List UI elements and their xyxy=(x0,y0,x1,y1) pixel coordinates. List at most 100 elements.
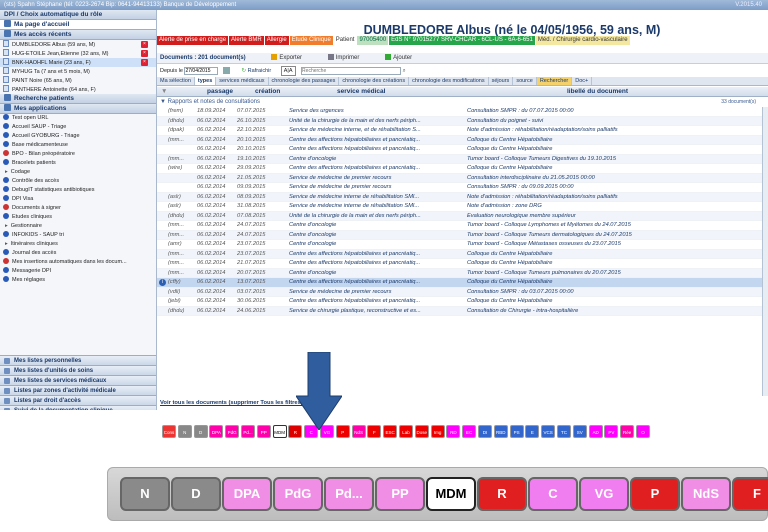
documents-scrollbar[interactable] xyxy=(762,107,768,396)
application-item[interactable]: Base médicamenteuse xyxy=(0,141,156,150)
table-row[interactable]: (jebi) 06.02.2014 30.06.2015 Centre des aff… xyxy=(157,297,762,307)
table-row[interactable]: (mm... 06.02.2014 23.07.2015 Centre des aff… xyxy=(157,249,762,259)
application-item[interactable]: Mes insertions automatiques dans les doc… xyxy=(0,258,156,267)
table-row[interactable]: (aslr) 06.02.2014 08.09.2015 Service de méd… xyxy=(157,192,762,202)
col-libelle[interactable]: libellé du document xyxy=(567,88,628,95)
add-button[interactable]: Ajouter xyxy=(385,54,412,61)
zoomed-button-nds[interactable]: NdS xyxy=(681,477,731,511)
tab-1[interactable]: types xyxy=(194,77,217,85)
close-icon[interactable]: × xyxy=(141,59,148,66)
export-button[interactable]: Exporter xyxy=(271,54,302,61)
expand-icon[interactable]: ▸ xyxy=(5,222,8,231)
table-row[interactable]: 06.02.2014 21.05.2015 Service de médecine … xyxy=(157,173,762,183)
application-item[interactable]: Contrôle des accès xyxy=(0,177,156,186)
refresh-button[interactable]: ↻ Rafraichir xyxy=(242,68,272,74)
shortcut-button-re[interactable]: Rée xyxy=(620,425,635,438)
zoomed-button-n[interactable]: N xyxy=(120,477,170,511)
shortcut-button-dpa[interactable]: DPA xyxy=(209,425,224,438)
col-service[interactable]: service médical xyxy=(337,88,385,95)
col-passage[interactable]: passage xyxy=(207,88,233,95)
shortcut-button-d[interactable]: D xyxy=(193,425,208,438)
zoomed-button-f[interactable]: F xyxy=(732,477,768,511)
tab-7[interactable]: source xyxy=(513,77,537,85)
list-group-button[interactable]: Suivi de la documentation clinique xyxy=(0,405,156,410)
shortcut-button-pp[interactable]: PP xyxy=(256,425,271,438)
shortcut-button-mdm[interactable]: MDM xyxy=(272,425,287,438)
shortcut-button-pd[interactable]: Pd... xyxy=(241,425,255,438)
shortcut-button-cons[interactable]: Cons xyxy=(162,425,176,438)
zoomed-button-pdg[interactable]: PdG xyxy=(273,477,323,511)
table-row[interactable]: (mm... 06.02.2014 21.07.2015 Centre des aff… xyxy=(157,259,762,269)
table-row[interactable]: (dhdu) 06.02.2014 26.10.2015 Unité de la ch… xyxy=(157,116,762,126)
info-icon[interactable]: i xyxy=(159,279,166,286)
close-icon[interactable]: × xyxy=(141,41,148,48)
shortcut-button-n[interactable]: N xyxy=(177,425,192,438)
see-all-documents-link[interactable]: Voir tous les documents (supprimer Tous … xyxy=(157,398,768,408)
table-row[interactable]: (wire) 06.02.2014 29.09.2015 Centre des aff… xyxy=(157,164,762,174)
application-item[interactable]: Etudes cliniques xyxy=(0,213,156,222)
document-group-header[interactable]: ▼ Rapports et notes de consultations 33 d… xyxy=(157,98,768,107)
since-date-input[interactable] xyxy=(184,66,219,75)
zoomed-button-vg[interactable]: VG xyxy=(579,477,629,511)
table-row[interactable]: (amr) 06.02.2014 23.07.2015 Centre d'oncolo… xyxy=(157,240,762,250)
table-row[interactable]: (dpak) 06.02.2014 22.10.2015 Service de méd… xyxy=(157,126,762,136)
shortcut-button-pdg[interactable]: PdG xyxy=(225,425,240,438)
expand-icon[interactable]: ▸ xyxy=(5,168,8,177)
patient-search-link[interactable]: Recherche patients xyxy=(0,94,156,104)
table-row[interactable]: (dhdu) 06.02.2014 07.08.2015 Unité de la ch… xyxy=(157,211,762,221)
tab-5[interactable]: chronologie des modifications xyxy=(409,77,489,85)
tab-6[interactable]: séjours xyxy=(489,77,514,85)
table-row[interactable]: (mm... 06.02.2014 20.10.2015 Centre des aff… xyxy=(157,135,762,145)
shortcut-button-rd[interactable]: RD xyxy=(446,425,461,438)
application-item[interactable]: ▸ Itinéraires cliniques xyxy=(0,240,156,249)
list-group-button[interactable]: Mes listes de services médicaux xyxy=(0,375,156,385)
recent-patient-item[interactable]: MYHUG Ta (7 ans et 5 mois, M) xyxy=(0,67,156,76)
application-item[interactable]: Accueil SAUP - Triage xyxy=(0,123,156,132)
home-link[interactable]: Ma page d'accueil xyxy=(0,20,156,30)
table-row[interactable]: (mm... 06.02.2014 24.07.2015 Centre d'oncol… xyxy=(157,230,762,240)
table-row[interactable]: 06.02.2014 20.10.2015 Centre des affection… xyxy=(157,145,762,155)
zoomed-button-dpa[interactable]: DPA xyxy=(222,477,272,511)
zoomed-button-pd[interactable]: Pd... xyxy=(324,477,374,511)
alert-allergie[interactable]: Allergie xyxy=(264,36,289,45)
tab-0[interactable]: Ma sélection xyxy=(157,77,195,85)
list-group-button[interactable]: Mes listes personnelles xyxy=(0,355,156,365)
application-item[interactable]: Mes réglages xyxy=(0,276,156,285)
shortcut-button-img[interactable]: Img xyxy=(430,425,445,438)
application-item[interactable]: Messagerie DPI xyxy=(0,267,156,276)
table-row[interactable]: 06.02.2014 09.09.2015 Service de médecine … xyxy=(157,183,762,193)
shortcut-button-vcs[interactable]: VCS xyxy=(541,425,556,438)
document-search-input[interactable] xyxy=(301,66,402,75)
shortcut-button-lab[interactable]: Lab xyxy=(399,425,413,438)
tab-2[interactable]: services médicaux xyxy=(216,77,269,85)
application-item[interactable]: BPO - Bilan préopératoire xyxy=(0,150,156,159)
alert-prise-en-charge[interactable]: Alerte de prise en charge xyxy=(157,36,229,45)
application-item[interactable]: ▸ Codage xyxy=(0,168,156,177)
list-group-button[interactable]: Listes par droit d'accès xyxy=(0,395,156,405)
recent-patient-item[interactable]: DUMBLEDORE Albus (59 ans, M) × xyxy=(0,40,156,49)
application-item[interactable]: DPI Visa xyxy=(0,195,156,204)
shortcut-button-tc[interactable]: TC xyxy=(557,425,571,438)
tab-3[interactable]: chronologie des passages xyxy=(269,77,340,85)
shortcut-button-rbd[interactable]: RBD xyxy=(493,425,508,438)
recent-patient-item[interactable]: HUG-ETOILE Jean,Etienne (32 ans, M) × xyxy=(0,49,156,58)
zoomed-button-mdm[interactable]: MDM xyxy=(426,477,476,511)
alert-etude-clinique[interactable]: Etude Clinique xyxy=(289,36,333,45)
recent-patient-item[interactable]: BNK-HAOHFL Marie (23 ans, F) × xyxy=(0,58,156,67)
table-row[interactable]: (mm... 06.02.2014 19.10.2015 Centre d'oncol… xyxy=(157,154,762,164)
tab-4[interactable]: chronologie des créations xyxy=(339,77,410,85)
shortcut-button-ad[interactable]: AD xyxy=(588,425,603,438)
application-item[interactable]: DebugIT statistiques antibiotiques xyxy=(0,186,156,195)
list-group-button[interactable]: Listes par zones d'activité médicale xyxy=(0,385,156,395)
table-row[interactable]: (vdli) 06.02.2014 03.07.2015 Service de méd… xyxy=(157,287,762,297)
zoomed-button-r[interactable]: R xyxy=(477,477,527,511)
calendar-icon[interactable] xyxy=(223,67,230,75)
application-item[interactable]: Accueil GYOBURG - Triage xyxy=(0,132,156,141)
filter-icon[interactable]: ▼ xyxy=(161,88,167,95)
zoomed-button-c[interactable]: C xyxy=(528,477,578,511)
zoomed-button-p[interactable]: P xyxy=(630,477,680,511)
table-row[interactable]: (dhdu) 06.02.2014 24.06.2015 Service de chi… xyxy=(157,306,762,316)
shortcut-button-pv[interactable]: PV xyxy=(604,425,619,438)
zoomed-button-pp[interactable]: PP xyxy=(375,477,425,511)
application-item[interactable]: Bracelets patients xyxy=(0,159,156,168)
